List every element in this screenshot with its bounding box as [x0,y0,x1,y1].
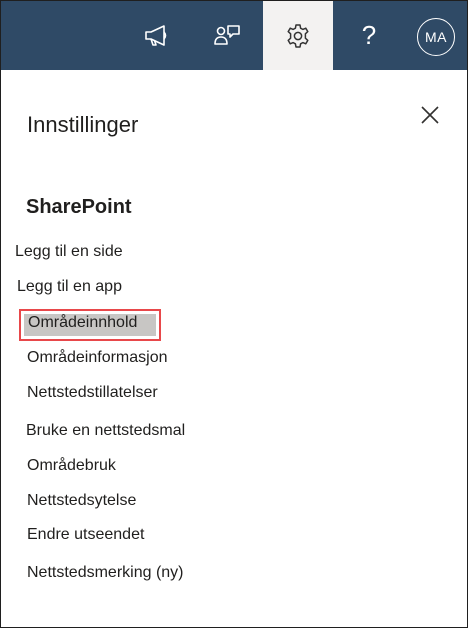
menu-item-site-branding[interactable]: Nettstedsmerking (ny) [27,564,184,582]
menu-item-site-usage[interactable]: Områdebruk [27,457,116,475]
suite-header: ? MA [1,1,467,70]
menu-item-apply-site-template[interactable]: Bruke en nettstedsmal [26,422,185,440]
menu-item-site-information[interactable]: Områdeinformasjon [27,349,168,367]
help-icon[interactable]: ? [334,1,404,70]
megaphone-icon[interactable] [121,1,191,70]
help-label: ? [361,20,377,50]
close-button[interactable] [415,100,445,130]
menu-item-site-contents[interactable]: Områdeinnhold [28,314,137,332]
avatar-initials: MA [425,29,447,45]
avatar[interactable]: MA [417,18,455,56]
menu-item-site-performance[interactable]: Nettstedsytelse [27,492,136,510]
panel-title: Innstillinger [27,112,139,137]
gear-icon[interactable] [263,1,333,70]
menu-item-add-page[interactable]: Legg til en side [15,243,123,261]
close-icon [421,106,439,124]
menu-item-site-permissions[interactable]: Nettstedstillatelser [27,384,158,402]
feedback-icon[interactable] [192,1,262,70]
section-title: SharePoint [26,196,132,218]
menu-item-add-app[interactable]: Legg til en app [17,278,122,296]
menu-item-change-look[interactable]: Endre utseendet [27,526,144,544]
